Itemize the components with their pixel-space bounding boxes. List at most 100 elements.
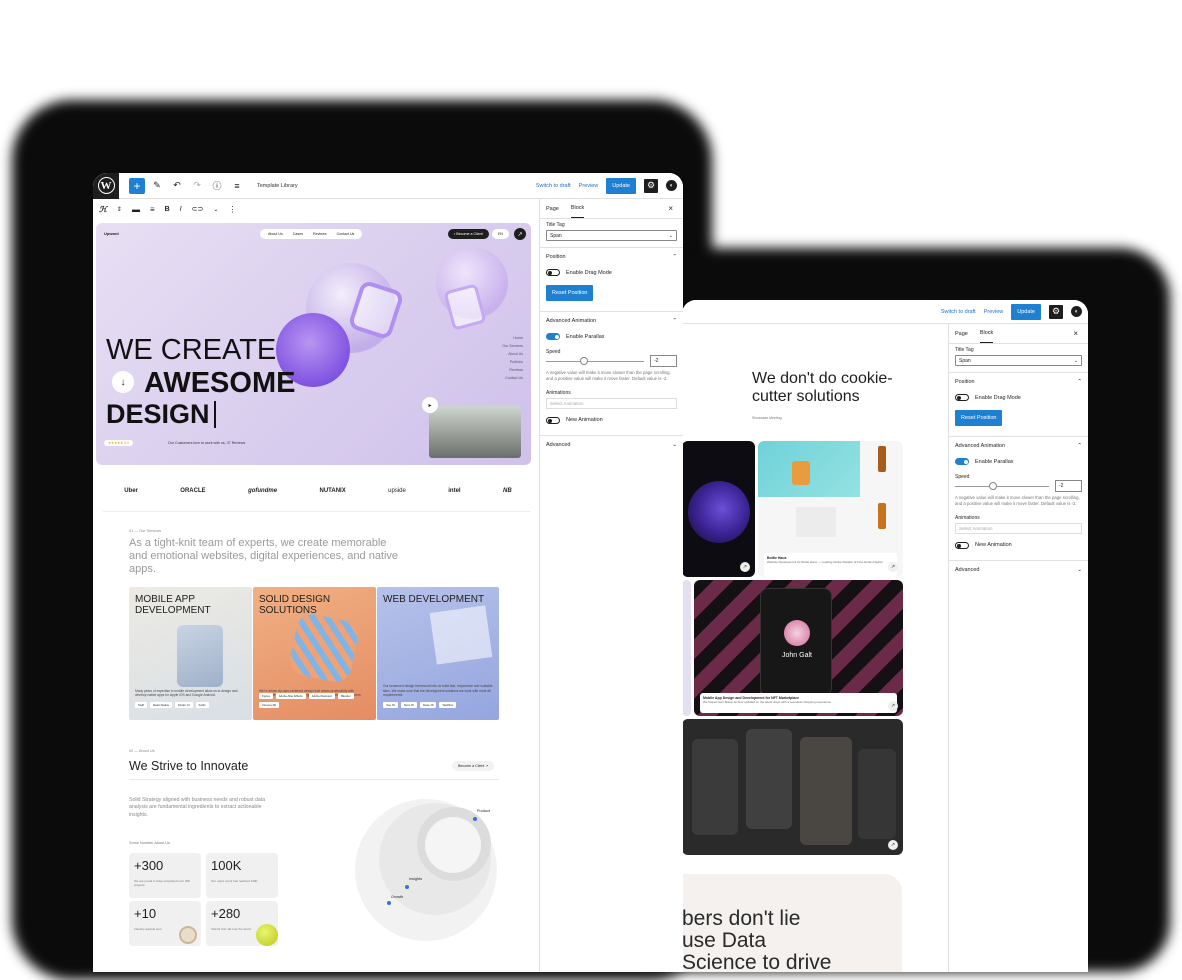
- switch-to-draft-link[interactable]: Switch to draft: [536, 183, 571, 189]
- heading-block-icon[interactable]: ℋ: [99, 205, 107, 214]
- chevron-down-icon[interactable]: ⌄: [1077, 567, 1082, 573]
- project-card-left-partial[interactable]: [682, 580, 691, 716]
- list-view-icon[interactable]: ≡: [229, 178, 245, 194]
- title-tag-select[interactable]: Span ⌄: [546, 230, 677, 241]
- new-animation-toggle[interactable]: [955, 541, 969, 549]
- options-icon[interactable]: ⋮: [228, 205, 236, 214]
- music-screen-2: [746, 729, 792, 829]
- speed-input[interactable]: -2: [1055, 480, 1082, 492]
- side-menu-contact[interactable]: Contact Us: [502, 375, 523, 383]
- editor-window-left: W + ✎ ↶ ↷ ⓘ ≡ Template Library Switch to…: [93, 173, 683, 972]
- italic-icon[interactable]: I: [180, 206, 182, 213]
- tab-page[interactable]: Page: [546, 206, 559, 212]
- service-card-mobile[interactable]: MOBILE APP DEVELOPMENT Many years of exp…: [129, 587, 252, 720]
- speed-slider[interactable]: -2: [546, 355, 677, 367]
- nav-cases[interactable]: Cases: [293, 232, 303, 236]
- align-icon[interactable]: ▬: [132, 205, 140, 214]
- open-project-icon[interactable]: ↗: [888, 562, 898, 572]
- speed-slider-knob[interactable]: [989, 481, 997, 490]
- side-menu-portfolio[interactable]: Portfolio: [502, 359, 523, 367]
- side-menu-about[interactable]: About Us: [502, 351, 523, 359]
- chat-icon[interactable]: ↗: [514, 228, 526, 240]
- parallax-toggle[interactable]: [955, 458, 969, 465]
- speed-slider[interactable]: -2: [955, 480, 1082, 492]
- plugin-icon[interactable]: ◐: [1071, 306, 1082, 317]
- side-menu-services[interactable]: Our Services: [502, 343, 523, 351]
- switch-to-draft-link[interactable]: Switch to draft: [941, 309, 976, 315]
- preview-link[interactable]: Preview: [984, 309, 1004, 315]
- tab-page[interactable]: Page: [955, 331, 968, 337]
- open-project-icon[interactable]: ↗: [888, 840, 898, 850]
- parallax-toggle[interactable]: [546, 333, 560, 340]
- stat-users: 100K Our users count has reached 100K: [206, 853, 278, 898]
- project-card-music[interactable]: ↗: [682, 719, 903, 855]
- project-card-bottle-haus[interactable]: Bottle Haus Website Development for Bott…: [758, 441, 903, 577]
- speed-input[interactable]: -2: [650, 355, 677, 367]
- about-divider: [129, 779, 499, 780]
- chevron-up-icon[interactable]: ⌃: [672, 318, 677, 324]
- chevron-up-icon[interactable]: ⌃: [1077, 443, 1082, 449]
- service-text: Our seasoned design framework lets us bu…: [383, 684, 493, 698]
- link-icon[interactable]: ⊂⊃: [192, 205, 204, 213]
- reset-position-button[interactable]: Reset Position: [546, 285, 594, 301]
- animations-input[interactable]: Select Animation: [546, 397, 677, 409]
- service-card-web[interactable]: WEB DEVELOPMENT Our seasoned design fram…: [377, 587, 499, 720]
- settings-icon[interactable]: ⚙: [1049, 304, 1063, 319]
- service-title: SOLID DESIGN SOLUTIONS: [259, 594, 331, 616]
- open-project-icon[interactable]: ↗: [740, 562, 750, 572]
- update-button[interactable]: Update: [606, 177, 636, 194]
- drag-mode-toggle[interactable]: [955, 394, 969, 401]
- speed-slider-knob[interactable]: [580, 356, 588, 365]
- tab-block[interactable]: Block: [979, 324, 994, 343]
- about-client-button[interactable]: Become a Client ↗: [452, 761, 495, 771]
- more-formats-icon[interactable]: ⌄: [213, 206, 218, 213]
- edit-icon[interactable]: ✎: [149, 178, 165, 194]
- title-tag-value: Span: [550, 233, 562, 239]
- side-menu-reviews[interactable]: Reviews: [502, 367, 523, 375]
- chevron-up-icon[interactable]: ⌃: [672, 254, 677, 260]
- reset-position-button[interactable]: Reset Position: [955, 410, 1003, 426]
- side-menu-home[interactable]: Home: [502, 335, 523, 343]
- chevron-up-icon[interactable]: ⌃: [1077, 379, 1082, 385]
- close-icon[interactable]: ×: [668, 204, 673, 213]
- nav-about[interactable]: About Us: [268, 232, 283, 236]
- data-section: bers don't lie use Data Science to drive: [682, 874, 902, 972]
- chevron-down-icon[interactable]: ⌄: [672, 442, 677, 448]
- scroll-down-icon[interactable]: ↓: [112, 371, 134, 393]
- tab-block[interactable]: Block: [570, 199, 585, 218]
- preview-link[interactable]: Preview: [579, 183, 599, 189]
- video-thumbnail[interactable]: [429, 406, 521, 458]
- become-client-button[interactable]: • Become a Client: [448, 229, 489, 239]
- plugin-icon[interactable]: ◐: [666, 180, 677, 191]
- add-block-icon[interactable]: +: [129, 177, 145, 194]
- title-tag-select[interactable]: Span ⌄: [955, 355, 1082, 366]
- block-settings-sidebar-right: Page Block × Title Tag Span ⌄ Position ⌃ E…: [948, 324, 1088, 972]
- wordpress-logo[interactable]: W: [93, 173, 119, 199]
- settings-icon[interactable]: ⚙: [644, 178, 658, 193]
- music-screen-1: [692, 739, 738, 835]
- update-button[interactable]: Update: [1011, 303, 1041, 320]
- title-tag-label: Title Tag: [955, 347, 974, 353]
- nav-reviews[interactable]: Reviews: [313, 232, 327, 236]
- text-align-icon[interactable]: ≡: [150, 205, 155, 214]
- open-project-icon[interactable]: ↗: [888, 701, 898, 711]
- bold-icon[interactable]: B: [165, 206, 170, 213]
- animations-input[interactable]: Select Animation: [955, 522, 1082, 534]
- nav-contact[interactable]: Contact Us: [337, 232, 355, 236]
- redo-icon[interactable]: ↷: [189, 178, 205, 194]
- undo-icon[interactable]: ↶: [169, 178, 185, 194]
- play-icon[interactable]: ▸: [422, 397, 438, 413]
- tag: Swift: [135, 702, 148, 708]
- drag-mode-toggle[interactable]: [546, 269, 560, 276]
- lang-switch[interactable]: EN: [492, 229, 509, 239]
- info-icon[interactable]: ⓘ: [209, 178, 225, 194]
- close-icon[interactable]: ×: [1073, 329, 1078, 338]
- logos-divider: [103, 511, 531, 512]
- move-icon[interactable]: ⇕: [117, 206, 122, 213]
- project-card-nft[interactable]: John Galt Mobile App Design and Developm…: [694, 580, 903, 716]
- brand-logo[interactable]: Upward: [104, 231, 119, 236]
- document-title[interactable]: Template Library: [257, 183, 298, 189]
- project-card-planet[interactable]: ↗: [682, 441, 755, 577]
- service-card-design[interactable]: SOLID DESIGN SOLUTIONS We're driven by u…: [253, 587, 376, 720]
- new-animation-toggle[interactable]: [546, 416, 560, 424]
